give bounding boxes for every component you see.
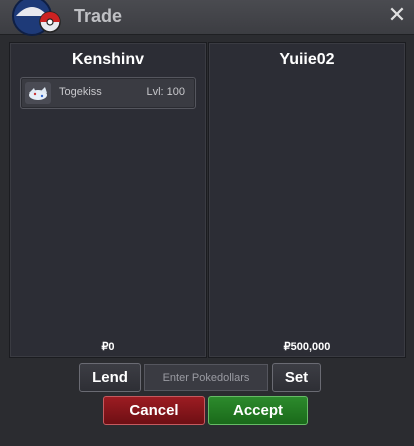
togekiss-sprite-icon	[25, 82, 51, 104]
my-offer-panel: Kenshinv Togekiss Lvl: 100 ₽0	[9, 42, 207, 358]
trade-item-slot[interactable]: Togekiss Lvl: 100	[20, 77, 196, 109]
pokeball-logo-icon	[12, 0, 61, 36]
accept-button[interactable]: Accept	[208, 396, 308, 425]
partner-money-offer: ₽500,000	[283, 341, 331, 353]
window-title: Trade	[74, 6, 123, 26]
set-button[interactable]: Set	[272, 363, 321, 392]
pokedollars-input[interactable]	[144, 364, 268, 391]
partner-offer-panel: Yuiie02 ₽500,000	[208, 42, 406, 358]
partner-player-name: Yuiie02	[279, 51, 335, 68]
close-icon[interactable]: ✕	[386, 5, 408, 27]
item-name: Togekiss	[59, 86, 102, 98]
lend-button[interactable]: Lend	[79, 363, 141, 392]
my-money-offer: ₽0	[101, 341, 115, 353]
item-level: Lvl: 100	[146, 86, 185, 98]
title-bar: Trade ✕	[0, 0, 414, 36]
cancel-button[interactable]: Cancel	[103, 396, 205, 425]
my-player-name: Kenshinv	[71, 51, 144, 68]
